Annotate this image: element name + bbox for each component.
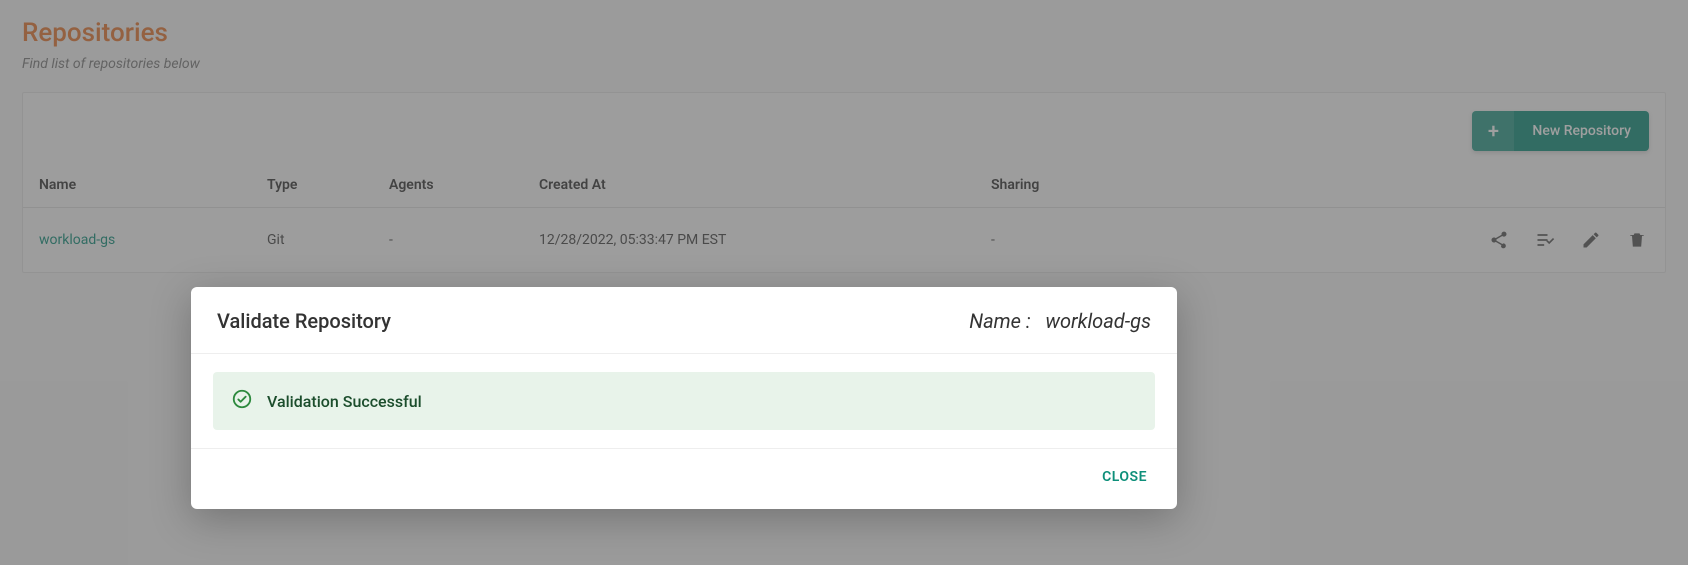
dialog-title: Validate Repository (217, 309, 391, 333)
alert-text: Validation Successful (267, 392, 422, 411)
dialog-name-label: Name : (969, 309, 1030, 333)
dialog-repository-name: Name : workload-gs (969, 309, 1151, 333)
dialog-footer: Close (191, 448, 1177, 509)
dialog-header: Validate Repository Name : workload-gs (191, 287, 1177, 354)
dialog-body: Validation Successful (191, 354, 1177, 448)
validation-success-alert: Validation Successful (213, 372, 1155, 430)
dialog-name-value: workload-gs (1045, 309, 1151, 333)
validate-repository-dialog: Validate Repository Name : workload-gs V… (191, 287, 1177, 509)
check-circle-icon (231, 388, 253, 414)
close-button[interactable]: Close (1094, 463, 1155, 491)
